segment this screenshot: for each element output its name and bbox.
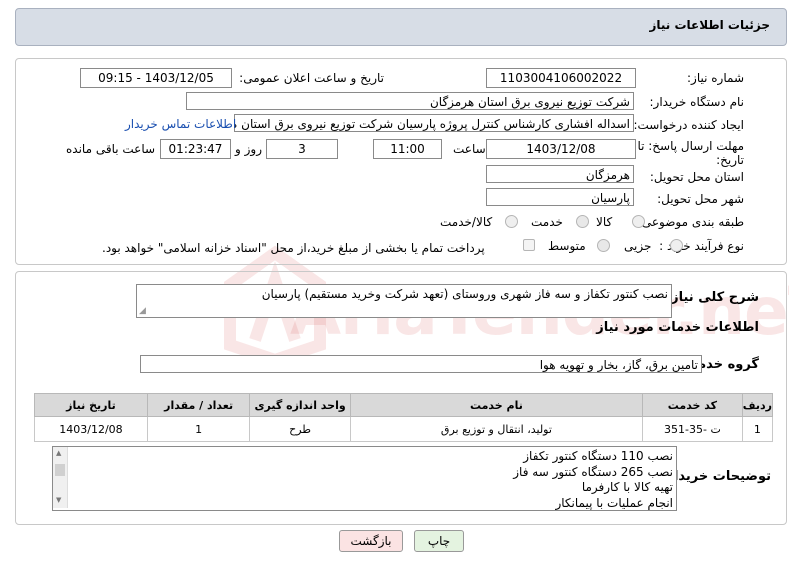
col-need-date: تاریخ نیاز <box>34 393 148 417</box>
cell-row-number: 1 <box>741 416 774 442</box>
category-label: طبقه بندی موضوعی: <box>637 215 744 229</box>
remaining-days-field: 3 <box>266 139 338 159</box>
treasury-payment-checkbox[interactable] <box>523 239 535 251</box>
process-option-medium: متوسط <box>548 239 586 253</box>
city-field: پارسیان <box>486 188 634 206</box>
category-option-service: خدمت <box>531 215 563 229</box>
deadline-time-field: 11:00 <box>373 139 442 159</box>
deadline-label-date: تاریخ: <box>716 153 744 167</box>
announce-datetime-field: 1403/12/05 - 09:15 <box>80 68 232 88</box>
category-radio-goods-service[interactable] <box>505 215 518 228</box>
table-row: 1 ت -35-351 تولید، انتقال و توزیع برق طر… <box>34 416 774 442</box>
treasury-payment-note: پرداخت تمام یا بخشی از مبلغ خرید،از محل … <box>102 241 485 255</box>
cell-service-code: ت -35-351 <box>642 416 743 442</box>
col-unit: واحد اندازه گیری <box>249 393 351 417</box>
province-field: هرمزگان <box>486 165 634 183</box>
category-option-goods-service: کالا/خدمت <box>440 215 493 229</box>
buyer-field: شرکت توزیع نیروی برق استان هرمزگان <box>186 92 634 110</box>
service-group-field: تامین برق، گاز، بخار و تهویه هوا <box>140 355 702 373</box>
summary-label: شرح کلی نیاز: <box>665 290 759 305</box>
table-header-row: ردیف کد خدمت نام خدمت واحد اندازه گیری ت… <box>34 393 774 417</box>
buyer-notes-text: نصب 110 دستگاه کنتور تکفاز نصب 265 دستگا… <box>513 449 673 511</box>
category-radio-service[interactable] <box>576 215 589 228</box>
cell-need-date: 1403/12/08 <box>34 416 148 442</box>
process-option-minor: جزیی <box>624 239 652 253</box>
province-label: استان محل تحویل: <box>649 170 744 184</box>
process-radio-medium[interactable] <box>597 239 610 252</box>
city-label: شهر محل تحویل: <box>657 192 744 206</box>
page-header: جزئیات اطلاعات نیاز <box>15 8 787 46</box>
cell-quantity: 1 <box>146 416 251 442</box>
print-button[interactable]: چاپ <box>414 530 464 552</box>
col-row-number: ردیف <box>741 393 774 417</box>
buyer-notes-line: نصب 265 دستگاه کنتور سه فاز <box>513 464 673 479</box>
deadline-label: مهلت ارسال پاسخ: تا <box>637 139 744 153</box>
need-number-label: شماره نیاز: <box>687 71 744 85</box>
buyer-contact-link[interactable]: اطلاعات تماس خریدار <box>125 117 236 131</box>
buyer-notes-scrollbar[interactable]: ▲ ▼ <box>53 447 68 508</box>
summary-text: نصب کنتور تکفاز و سه فاز شهری وروستای (ت… <box>261 287 668 301</box>
summary-textarea[interactable]: نصب کنتور تکفاز و سه فاز شهری وروستای (ت… <box>136 284 672 318</box>
category-option-goods: کالا <box>596 215 613 229</box>
category-radio-goods[interactable] <box>632 215 645 228</box>
col-service-name: نام خدمت <box>349 393 644 417</box>
buyer-label: نام دستگاه خریدار: <box>649 95 745 109</box>
deadline-time-label: ساعت <box>453 142 486 156</box>
buyer-notes-line: تهیه کالا با کارفرما <box>581 480 673 494</box>
col-service-code: کد خدمت <box>642 393 743 417</box>
services-table: ردیف کد خدمت نام خدمت واحد اندازه گیری ت… <box>34 393 774 442</box>
need-info-panel <box>15 58 787 265</box>
announce-datetime-label: تاریخ و ساعت اعلان عمومی: <box>239 71 384 85</box>
buyer-notes-textarea[interactable]: نصب 110 دستگاه کنتور تکفاز نصب 265 دستگا… <box>52 446 677 511</box>
buyer-notes-line: نصب 110 دستگاه کنتور تکفاز <box>523 449 673 463</box>
remaining-time-label: ساعت باقی مانده <box>66 142 156 156</box>
remaining-time-field: 01:23:47 <box>160 139 231 159</box>
back-button[interactable]: بازگشت <box>339 530 403 552</box>
process-radio-minor[interactable] <box>670 239 683 252</box>
col-quantity: تعداد / مقدار <box>146 393 251 417</box>
remaining-days-label: روز و <box>235 142 262 156</box>
deadline-date-field: 1403/12/08 <box>486 139 636 159</box>
resize-grip-icon: ◢ <box>139 306 146 316</box>
scroll-thumb[interactable] <box>55 464 65 476</box>
buyer-notes-line: انجام عملیات با پیمانکار <box>555 495 673 510</box>
buyer-notes-label: توضیحات خریدار: <box>661 469 771 484</box>
creator-label: ایجاد کننده درخواست: <box>633 118 744 132</box>
services-section-title: اطلاعات خدمات مورد نیاز <box>596 320 759 335</box>
scroll-up-icon[interactable]: ▲ <box>56 449 61 457</box>
creator-field: اسداله افشاری کارشناس کنترل پروژه پارسیا… <box>234 114 634 132</box>
need-number-field: 1103004106002022 <box>486 68 636 88</box>
scroll-down-icon[interactable]: ▼ <box>56 496 61 504</box>
page-title: جزئیات اطلاعات نیاز <box>649 18 770 32</box>
cell-unit: طرح <box>249 416 351 442</box>
cell-service-name: تولید، انتقال و توزیع برق <box>349 416 644 442</box>
